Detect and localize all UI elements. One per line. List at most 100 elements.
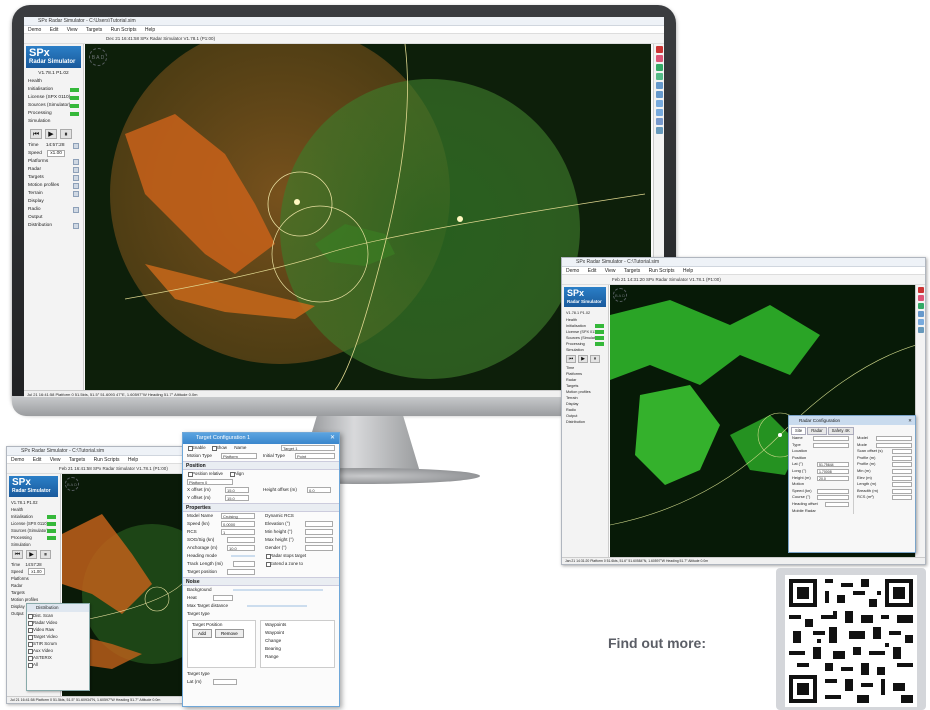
enable-checkbox[interactable]: Enable (187, 444, 206, 451)
sog-input[interactable] (227, 537, 255, 543)
min-input[interactable] (892, 468, 912, 474)
menu-view[interactable]: View (50, 457, 61, 463)
pause-button[interactable]: ⏸ (40, 550, 51, 559)
checkbox-dist-scan[interactable]: Dist. Scan (27, 612, 89, 619)
platforms-button[interactable] (73, 159, 79, 165)
distribution-row[interactable]: Distribution (562, 419, 608, 425)
speed-value[interactable]: x1.00 (28, 568, 45, 575)
type-select[interactable] (813, 442, 849, 448)
course-input[interactable] (817, 495, 849, 501)
zoom-icon[interactable] (655, 91, 663, 98)
layer-icon[interactable] (655, 64, 663, 71)
sidebar-item-motion-profiles[interactable]: Motion profiles (24, 182, 83, 190)
heading-slider[interactable] (231, 555, 255, 557)
menu-targets[interactable]: Targets (86, 27, 102, 33)
terrain-button[interactable] (73, 191, 79, 197)
speed-input[interactable] (817, 488, 849, 494)
rewind-button[interactable]: ⏮ (566, 355, 576, 363)
platform-marker[interactable] (778, 433, 782, 437)
min-height-input[interactable] (305, 529, 333, 535)
gender-input[interactable] (305, 545, 333, 551)
align-radio[interactable]: Align (229, 470, 244, 477)
radio-button[interactable] (73, 207, 79, 213)
menu-demo[interactable]: Demo (28, 27, 41, 33)
settings-icon[interactable] (655, 127, 663, 134)
max-height-input[interactable] (305, 537, 333, 543)
menu-run-scripts[interactable]: Run Scripts (94, 457, 120, 463)
length-input[interactable] (892, 482, 912, 488)
menu-edit[interactable]: Edit (33, 457, 42, 463)
profile-input[interactable] (892, 455, 912, 461)
x-offset-input[interactable]: 15.0 (225, 487, 249, 493)
checkbox-aux-video[interactable]: Aux Video (27, 647, 89, 654)
target-blip[interactable] (457, 216, 463, 222)
section-position[interactable]: Position (183, 461, 339, 470)
sidebar-item-platforms[interactable]: Platforms (7, 575, 60, 582)
footer-lat-input[interactable] (213, 679, 237, 685)
measure-icon[interactable] (655, 100, 663, 107)
compass-icon[interactable]: B A D (89, 48, 107, 66)
checkbox-radar-video[interactable]: Radar Video (27, 619, 89, 626)
menu-help[interactable]: Help (683, 268, 693, 274)
play-button[interactable]: ▶ (26, 550, 37, 559)
show-checkbox[interactable]: Show (211, 444, 227, 451)
measure-icon[interactable] (655, 109, 663, 116)
menu-run-scripts[interactable]: Run Scripts (649, 268, 675, 274)
flag-icon[interactable] (917, 295, 924, 301)
menu-edit[interactable]: Edit (588, 268, 597, 274)
menu-view[interactable]: View (605, 268, 616, 274)
checkbox-stir-scrum[interactable]: STIR Scrum (27, 640, 89, 647)
compass-icon[interactable]: B A D (65, 477, 79, 491)
compass-icon[interactable]: B A D (613, 288, 627, 302)
motion-profiles-button[interactable] (73, 183, 79, 189)
play-button[interactable]: ▶ (45, 129, 57, 139)
profile-input[interactable] (892, 462, 912, 468)
mode-select[interactable] (876, 442, 912, 448)
qr-code-icon[interactable] (785, 575, 917, 707)
flag-icon[interactable] (655, 55, 663, 62)
breadth-input[interactable] (892, 488, 912, 494)
platform-select[interactable]: Platform 0 (187, 479, 233, 485)
section-noise[interactable]: Noise (183, 577, 339, 586)
radio-row[interactable]: Radio (24, 206, 83, 214)
section-properties[interactable]: Properties (183, 503, 339, 512)
sidebar-item-radar[interactable]: Radar (7, 582, 60, 589)
pause-button[interactable]: ⏸ (60, 129, 72, 139)
sidebar-item-terrain[interactable]: Terrain (24, 190, 83, 198)
target-position-select[interactable] (227, 569, 255, 575)
heat-input[interactable] (213, 595, 233, 601)
name-input[interactable] (813, 436, 849, 441)
tab-radar[interactable]: Radar (807, 427, 827, 435)
track-length-input[interactable] (233, 561, 255, 567)
elev-input[interactable] (892, 475, 912, 481)
menu-help[interactable]: Help (145, 27, 155, 33)
zoom-icon[interactable] (655, 82, 663, 89)
anchorage-input[interactable]: 10.0 (227, 545, 255, 551)
sidebar-item-platforms[interactable]: Platforms (24, 158, 83, 166)
checkbox-all[interactable]: All (27, 661, 89, 668)
time-edit-button[interactable] (73, 143, 79, 149)
zoom-icon[interactable] (917, 311, 924, 317)
close-icon[interactable]: ✕ (908, 416, 912, 425)
height-offset-input[interactable]: 0.0 (307, 487, 331, 493)
flag-icon[interactable] (655, 46, 663, 53)
initial-type-select[interactable]: Point (295, 453, 335, 459)
sidebar-item-motion-profiles[interactable]: Motion profiles (7, 596, 60, 603)
menu-edit[interactable]: Edit (50, 27, 59, 33)
measure-icon[interactable] (917, 319, 924, 325)
radar-stops-checkbox[interactable]: Radar stops target (265, 552, 306, 559)
sidebar-item-radar[interactable]: Radar (24, 166, 83, 174)
menu-targets[interactable]: Targets (624, 268, 640, 274)
rcs-input[interactable]: 1 (221, 529, 255, 535)
menu-view[interactable]: View (67, 27, 78, 33)
checkbox-video-raw[interactable]: Video Raw (27, 626, 89, 633)
menu-demo[interactable]: Demo (11, 457, 24, 463)
distribution-row[interactable]: Distribution (24, 222, 83, 230)
rewind-button[interactable]: ⏮ (12, 550, 23, 559)
settings-icon[interactable] (917, 327, 924, 333)
flag-icon[interactable] (917, 287, 924, 293)
elevation-input[interactable] (305, 521, 333, 527)
menu-help[interactable]: Help (128, 457, 138, 463)
distribution-button[interactable] (73, 223, 79, 229)
pause-button[interactable]: ⏸ (590, 355, 600, 363)
